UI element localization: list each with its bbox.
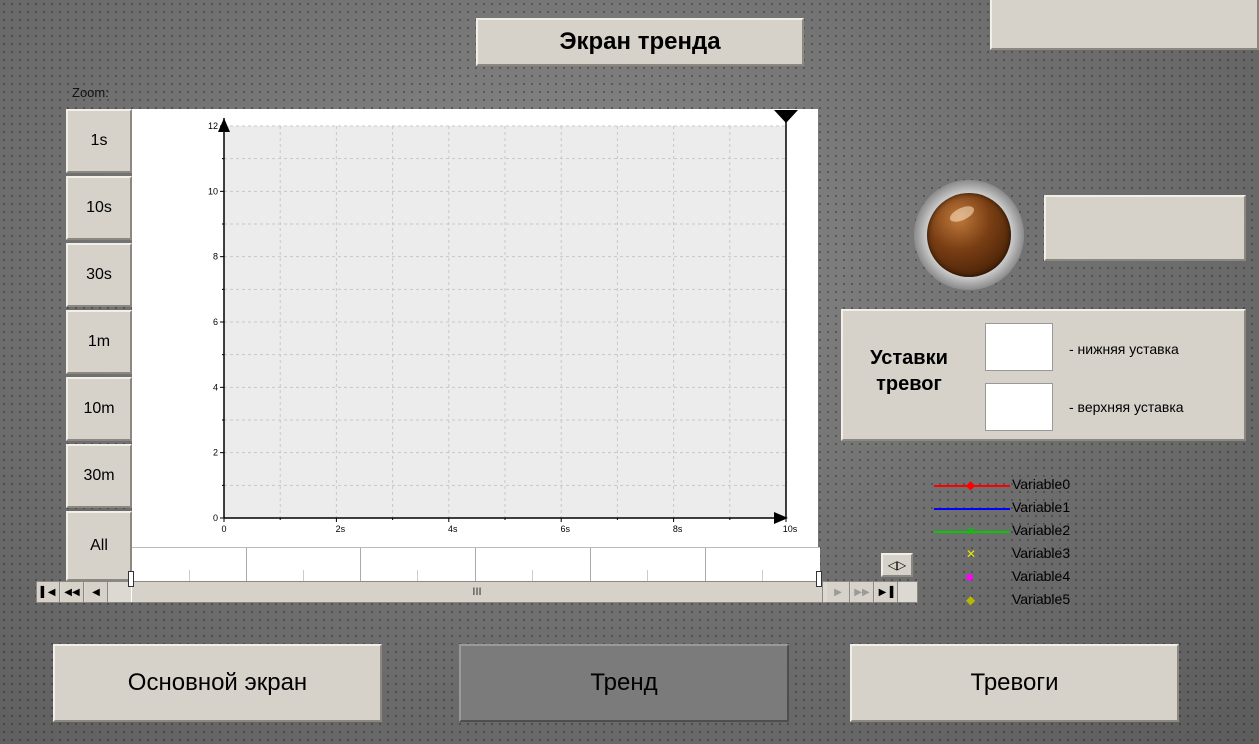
x-tick-label: 10s	[783, 524, 798, 534]
status-display	[1044, 195, 1246, 261]
timeline-tick	[303, 570, 304, 581]
fast-forward-icon: ▶▶	[854, 586, 870, 598]
step-forward-icon: ▶	[834, 586, 842, 598]
alarm-title-line1: Уставки	[870, 347, 948, 369]
diamond-marker-icon: ◆	[966, 593, 976, 607]
zoom-1m-button[interactable]: 1m	[66, 310, 132, 374]
low-setpoint-input[interactable]	[985, 323, 1053, 371]
cross-marker-icon: ✕	[966, 524, 977, 538]
x-tick-label: 4s	[448, 524, 458, 534]
zoom-10m-button[interactable]: 10m	[66, 377, 132, 441]
skip-end-icon: ▶▐	[878, 586, 894, 598]
alarms-button[interactable]: Тревоги	[850, 644, 1179, 722]
trend-chart[interactable]: 0 2 4 6 8 10 12 0 2s 4s 6s 8s 10s	[132, 109, 818, 547]
legend-item: ■ Variable4	[930, 566, 1130, 588]
legend-label: Variable3	[1012, 545, 1071, 561]
timeline-tick	[417, 570, 418, 581]
high-setpoint-label: - верхняя уставка	[1069, 399, 1184, 415]
fast-rewind-icon: ◀◀	[64, 586, 80, 598]
x-tick-label: 6s	[560, 524, 570, 534]
timeline-tick	[590, 548, 591, 581]
scroll-page-back-button[interactable]: ◀◀	[61, 582, 84, 602]
zoom-label: Zoom:	[72, 85, 109, 100]
trend-button[interactable]: Тренд	[459, 644, 789, 722]
zoom-10s-button[interactable]: 10s	[66, 176, 132, 240]
step-back-icon: ◀	[92, 586, 100, 598]
scroll-page-forward-button[interactable]: ▶▶	[851, 582, 874, 602]
alarm-title-line2: тревог	[876, 373, 942, 395]
zoom-all-button[interactable]: All	[66, 511, 132, 581]
legend-item: ◆ Variable5	[930, 589, 1130, 611]
timeline-tick	[246, 548, 247, 581]
y-tick-label: 6	[213, 317, 218, 327]
y-tick-label: 10	[208, 186, 218, 196]
legend-label: Variable5	[1012, 591, 1071, 607]
expand-horizontal-icon: ◁▷	[887, 558, 907, 572]
legend-item: Variable1	[930, 497, 1130, 519]
low-setpoint-label: - нижняя уставка	[1069, 341, 1179, 357]
trend-chart-svg: 0 2 4 6 8 10 12 0 2s 4s 6s 8s 10s	[208, 110, 798, 534]
legend-item: ✕ Variable2	[930, 520, 1130, 542]
legend-line	[934, 508, 1010, 510]
y-tick-label: 12	[208, 121, 218, 131]
y-axis-arrow-icon	[218, 118, 230, 132]
scroll-step-forward-button[interactable]: ▶	[827, 582, 850, 602]
timeline-tick	[189, 570, 190, 581]
zoom-30m-button[interactable]: 30m	[66, 444, 132, 508]
top-right-display	[990, 0, 1259, 50]
main-screen-button[interactable]: Основной экран	[53, 644, 382, 722]
legend-label: Variable1	[1012, 499, 1071, 515]
range-end-handle[interactable]	[816, 571, 822, 587]
skip-start-icon: ▌◀	[40, 586, 56, 598]
alarm-setpoints-title: Уставки тревог	[853, 345, 965, 397]
y-tick-label: 8	[213, 252, 218, 262]
diamond-marker-icon: ◆	[966, 478, 976, 492]
time-scrollbar[interactable]: ▌◀ ◀◀ ◀ III ▶ ▶▶ ▶▐	[36, 581, 918, 603]
high-setpoint-input[interactable]	[985, 383, 1053, 431]
status-lamp	[914, 180, 1024, 290]
scroll-to-end-button[interactable]: ▶▐	[875, 582, 898, 602]
y-tick-label: 4	[213, 382, 218, 392]
timeline-tick	[762, 570, 763, 581]
timeline-tick	[647, 570, 648, 581]
legend-label: Variable4	[1012, 568, 1071, 584]
x-tick-label: 2s	[336, 524, 346, 534]
timeline-tick	[475, 548, 476, 581]
timeline-strip[interactable]	[132, 547, 820, 581]
page-title: Экран тренда	[476, 18, 804, 66]
alarm-setpoints-panel: Уставки тревог - нижняя уставка - верхня…	[841, 309, 1246, 441]
zoom-30s-button[interactable]: 30s	[66, 243, 132, 307]
grip-icon: III	[472, 586, 482, 598]
legend-item: ✕ Variable3	[930, 543, 1130, 565]
timeline-tick	[532, 570, 533, 581]
legend-label: Variable2	[1012, 522, 1071, 538]
fit-range-button[interactable]: ◁▷	[881, 553, 913, 577]
square-marker-icon: ■	[966, 570, 974, 584]
scroll-to-start-button[interactable]: ▌◀	[37, 582, 60, 602]
lamp-bulb-icon	[927, 193, 1011, 277]
x-tick-label: 8s	[673, 524, 683, 534]
y-tick-label: 0	[213, 513, 218, 523]
range-start-handle[interactable]	[128, 571, 134, 587]
timeline-tick	[360, 548, 361, 581]
legend-item: ◆ Variable0	[930, 474, 1130, 496]
x-tick-label: 0	[221, 524, 226, 534]
y-tick-label: 2	[213, 448, 218, 458]
cursor-marker-icon	[774, 110, 798, 123]
scroll-step-back-button[interactable]: ◀	[85, 582, 108, 602]
legend-label: Variable0	[1012, 476, 1071, 492]
timeline-tick	[705, 548, 706, 581]
x-marker-icon: ✕	[966, 547, 977, 561]
zoom-1s-button[interactable]: 1s	[66, 109, 132, 173]
scrollbar-thumb[interactable]: III	[131, 582, 823, 602]
